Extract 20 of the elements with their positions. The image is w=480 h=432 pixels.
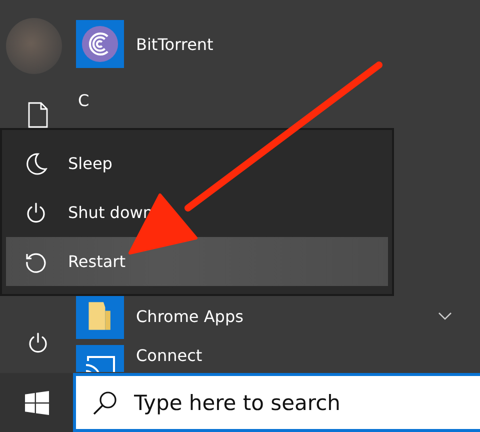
chevron-down-icon[interactable] <box>438 312 452 320</box>
search-bar[interactable]: Type here to search <box>73 373 480 432</box>
moon-icon <box>24 152 48 176</box>
search-icon <box>92 390 118 416</box>
folder-icon <box>87 300 113 332</box>
bittorrent-logo-icon <box>81 25 119 63</box>
document-icon[interactable] <box>28 102 48 128</box>
app-tile[interactable] <box>76 293 124 339</box>
power-icon <box>24 200 48 224</box>
app-name[interactable]: Chrome Apps <box>136 306 426 326</box>
section-letter[interactable]: C <box>78 90 90 110</box>
menu-item[interactable]: Sleep <box>6 139 388 188</box>
start-button[interactable] <box>0 373 73 432</box>
app-name[interactable]: BitTorrent <box>136 34 452 54</box>
menu-item[interactable]: Restart <box>6 237 388 286</box>
windows-logo-icon <box>24 390 48 414</box>
app-tile[interactable] <box>76 20 124 68</box>
power-button-icon <box>26 331 50 355</box>
search-field[interactable]: Type here to search <box>132 390 436 416</box>
app-name[interactable]: Connect <box>136 345 452 367</box>
